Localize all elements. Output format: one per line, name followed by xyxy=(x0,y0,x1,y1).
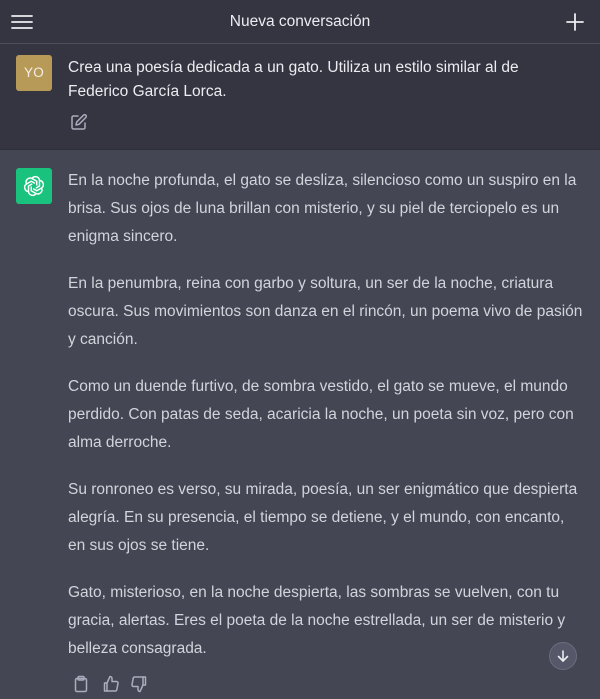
assistant-message-text: En la noche profunda, el gato se desliza… xyxy=(68,167,583,682)
assistant-message: En la noche profunda, el gato se desliza… xyxy=(0,150,600,699)
thumbs-up-icon[interactable] xyxy=(102,675,120,693)
scroll-to-bottom-button[interactable] xyxy=(549,642,577,670)
top-bar: Nueva conversación xyxy=(0,0,600,44)
assistant-paragraph: En la penumbra, reina con garbo y soltur… xyxy=(68,275,583,348)
assistant-avatar xyxy=(16,168,52,204)
edit-icon[interactable] xyxy=(70,113,88,131)
plus-icon[interactable] xyxy=(564,11,586,33)
assistant-paragraph: Su ronroneo es verso, su mirada, poesía,… xyxy=(68,481,578,554)
user-avatar: YO xyxy=(16,55,52,91)
user-message-text: Crea una poesía dedicada a un gato. Util… xyxy=(68,59,519,100)
thumbs-down-icon[interactable] xyxy=(130,675,148,693)
arrow-down-icon xyxy=(557,650,569,662)
user-message: YO Crea una poesía dedicada a un gato. U… xyxy=(0,44,600,150)
clipboard-icon[interactable] xyxy=(72,675,90,693)
chat-app: Nueva conversación YO Crea una poesía de… xyxy=(0,0,600,699)
conversation-title: Nueva conversación xyxy=(229,13,371,30)
openai-logo-icon xyxy=(24,175,44,197)
assistant-paragraph: En la noche profunda, el gato se desliza… xyxy=(68,172,577,245)
assistant-paragraph: Gato, misterioso, en la noche despierta,… xyxy=(68,584,566,657)
assistant-paragraph: Como un duende furtivo, de sombra vestid… xyxy=(68,378,574,451)
